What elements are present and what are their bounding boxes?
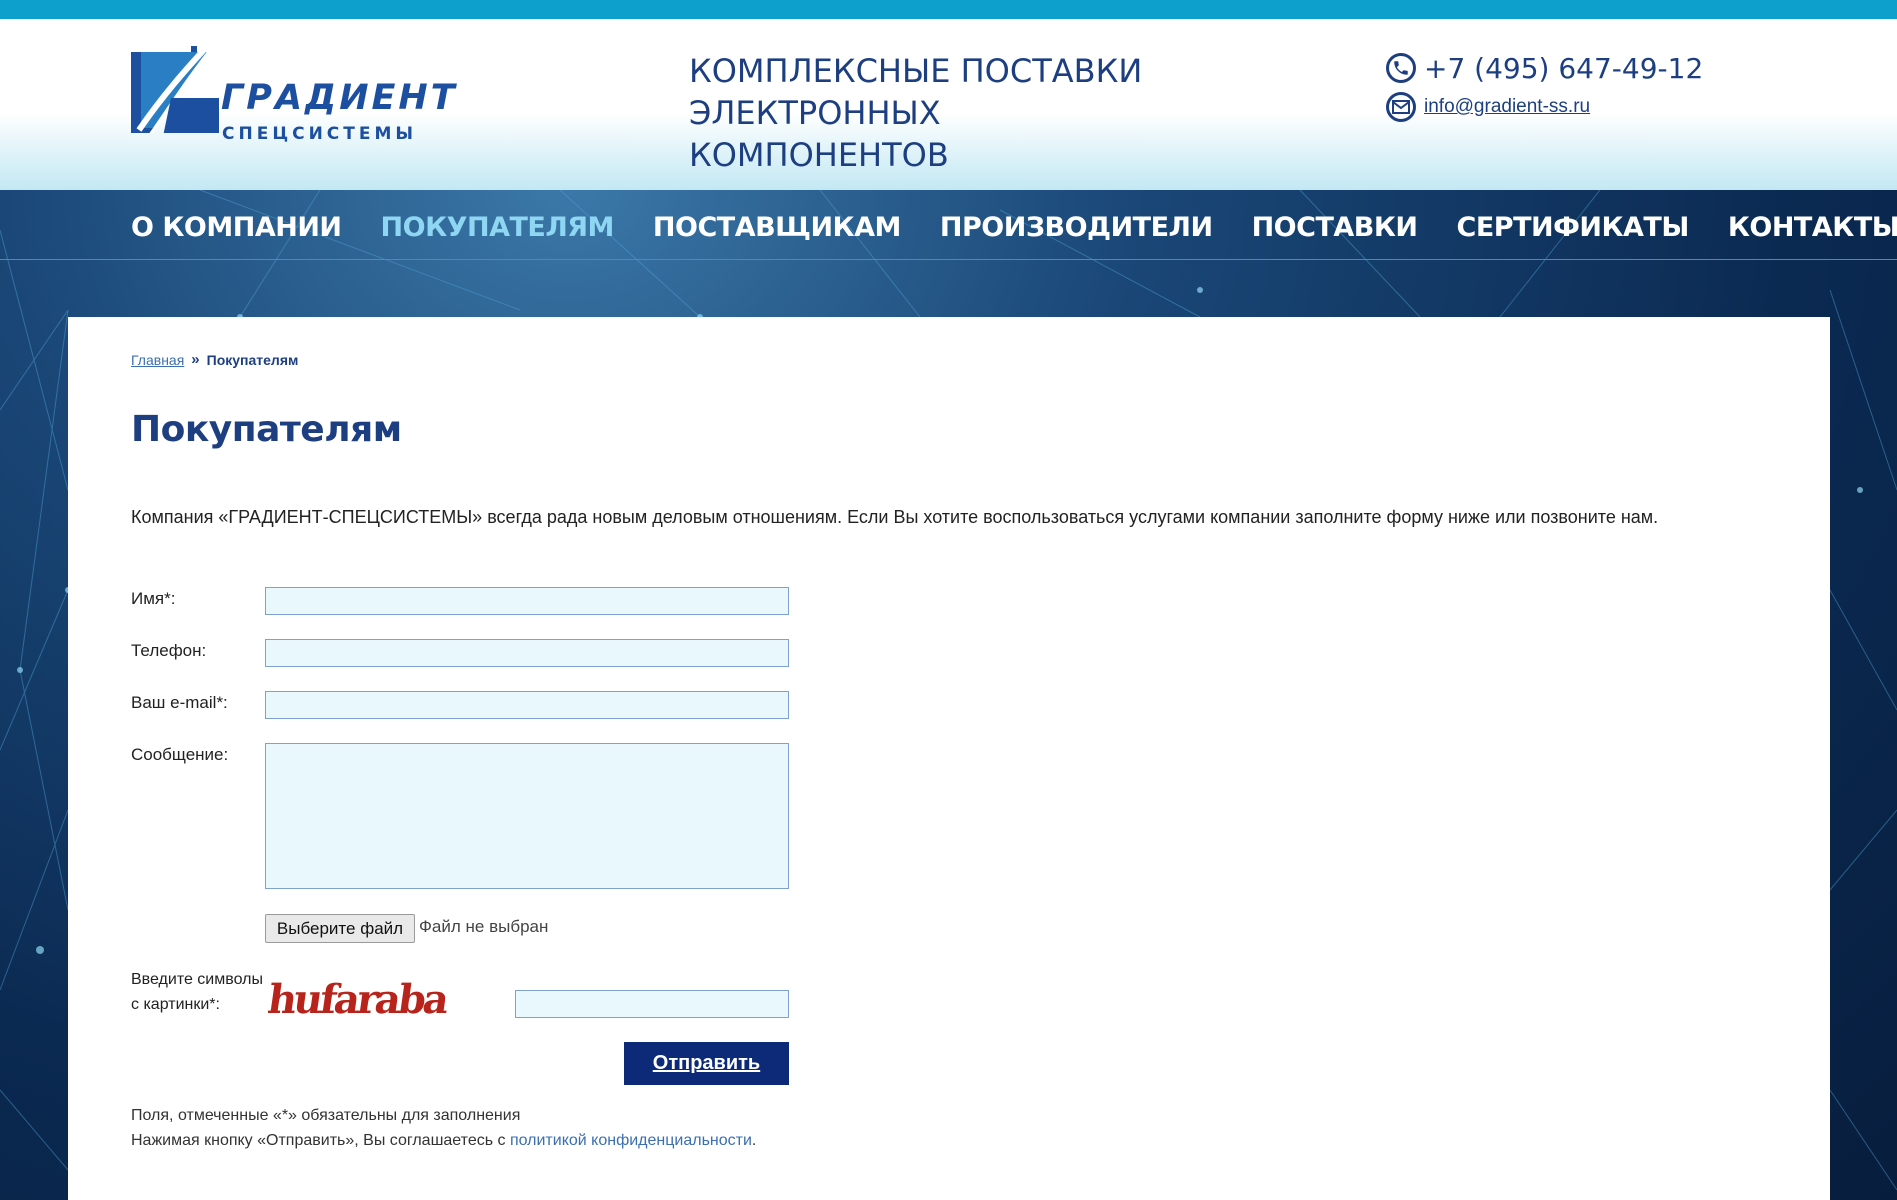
site-header: ГРАДИЕНТ СПЕЦСИСТЕМЫ КОМПЛЕКСНЫЕ ПОСТАВК… — [0, 19, 1897, 190]
logo-subtitle: СПЕЦСИСТЕМЫ — [222, 124, 418, 144]
required-note: Поля, отмеченные «*» обязательны для зап… — [131, 1107, 521, 1124]
nav-item-suppliers[interactable]: ПОСТАВЩИКАМ — [653, 212, 901, 243]
consent-suffix: . — [751, 1132, 757, 1149]
page-title: Покупателям — [131, 409, 402, 450]
privacy-policy-link[interactable]: политикой конфиденциальности — [510, 1132, 752, 1149]
phone-row[interactable]: +7 (495) 647-49-12 — [1386, 49, 1726, 87]
phone-number[interactable]: +7 (495) 647-49-12 — [1424, 52, 1703, 85]
captcha-input[interactable] — [515, 990, 789, 1018]
message-textarea[interactable] — [265, 743, 789, 889]
nav-item-buyers[interactable]: ПОКУПАТЕЛЯМ — [381, 212, 615, 243]
tagline-line-2: ЭЛЕКТРОННЫХ КОМПОНЕНТОВ — [689, 94, 949, 174]
nav-item-manufacturers[interactable]: ПРОИЗВОДИТЕЛИ — [940, 212, 1213, 243]
header-tagline: КОМПЛЕКСНЫЕ ПОСТАВКИ ЭЛЕКТРОННЫХ КОМПОНЕ… — [689, 50, 1209, 176]
captcha-label-line-2: с картинки*: — [131, 996, 220, 1013]
consent-note: Нажимая кнопку «Отправить», Вы соглашает… — [131, 1132, 756, 1150]
captcha-image: hufaraba — [265, 971, 453, 1029]
consent-prefix: Нажимая кнопку «Отправить», Вы соглашает… — [131, 1132, 510, 1149]
top-accent-strip — [0, 0, 1897, 19]
site-logo[interactable]: ГРАДИЕНТ СПЕЦСИСТЕМЫ — [131, 38, 461, 148]
email-row[interactable]: info@gradient-ss.ru — [1386, 89, 1726, 125]
captcha-label-line-1: Введите символы — [131, 971, 263, 988]
choose-file-button[interactable]: Выберите файл — [265, 914, 415, 943]
header-contacts: +7 (495) 647-49-12 info@gradient-ss.ru — [1386, 49, 1726, 125]
captcha-label: Введите символы с картинки*: — [131, 967, 263, 1017]
logo-title: ГРАДИЕНТ — [221, 78, 458, 118]
tagline-line-1: КОМПЛЕКСНЫЕ ПОСТАВКИ — [689, 52, 1143, 90]
name-input[interactable] — [265, 587, 789, 615]
file-status: Файл не выбран — [419, 917, 549, 936]
phone-icon — [1386, 53, 1416, 83]
submit-button[interactable]: Отправить — [624, 1042, 789, 1085]
nav-item-deliveries[interactable]: ПОСТАВКИ — [1252, 212, 1418, 243]
message-label: Сообщение: — [131, 745, 229, 764]
nav-item-about[interactable]: О КОМПАНИИ — [131, 212, 342, 243]
breadcrumb-current: Покупателям — [206, 351, 299, 368]
main-navigation: О КОМПАНИИ ПОКУПАТЕЛЯМ ПОСТАВЩИКАМ ПРОИЗ… — [0, 190, 1897, 260]
phone-input[interactable] — [265, 639, 789, 667]
content-card: Главная » Покупателям Покупателям Компан… — [68, 317, 1830, 1200]
email-input[interactable] — [265, 691, 789, 719]
email-link[interactable]: info@gradient-ss.ru — [1424, 96, 1590, 118]
email-label: Ваш e-mail*: — [131, 693, 228, 712]
mail-icon — [1386, 92, 1416, 122]
name-label: Имя*: — [131, 589, 176, 608]
logo-mark-icon — [131, 38, 219, 133]
breadcrumb: Главная » Покупателям — [131, 351, 298, 368]
captcha-text: hufaraba — [268, 976, 448, 1023]
nav-item-certificates[interactable]: СЕРТИФИКАТЫ — [1457, 212, 1690, 243]
intro-text: Компания «ГРАДИЕНТ-СПЕЦСИСТЕМЫ» всегда р… — [131, 507, 1659, 527]
breadcrumb-home-link[interactable]: Главная — [131, 352, 184, 368]
nav-item-contacts[interactable]: КОНТАКТЫ — [1728, 212, 1897, 243]
breadcrumb-separator: » — [191, 351, 200, 368]
phone-label: Телефон: — [131, 641, 207, 660]
